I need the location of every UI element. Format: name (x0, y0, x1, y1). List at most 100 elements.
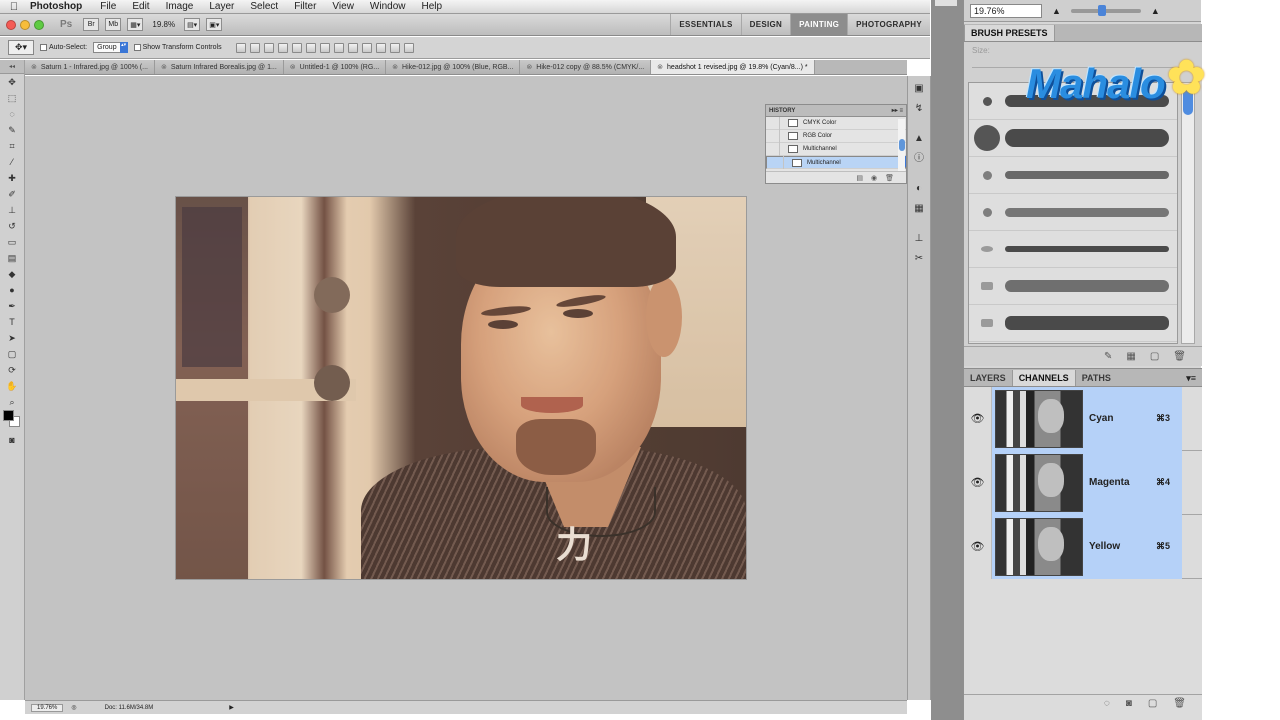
status-zoom-field[interactable]: 19.76% (31, 703, 64, 712)
workspace-photography[interactable]: PHOTOGRAPHY (847, 14, 930, 35)
lasso-tool-icon[interactable]: ◌ (5, 108, 19, 121)
view-extras-button[interactable]: ▦▾ (127, 18, 144, 31)
channel-row-body[interactable]: Magenta ⌘4 (992, 450, 1182, 515)
delete-channel-icon[interactable]: 🗑 (1173, 698, 1186, 709)
history-item[interactable]: Multichannel (766, 142, 906, 156)
eraser-tool-icon[interactable]: ▭ (5, 236, 19, 249)
minimize-window-button[interactable] (20, 19, 30, 30)
close-tab-icon[interactable]: ⊗ (657, 63, 663, 71)
app-menu[interactable]: Photoshop (28, 1, 92, 12)
history-item[interactable]: RGB Color (766, 129, 906, 143)
brush-preset-item[interactable] (969, 268, 1177, 305)
brush-preset-item[interactable] (969, 305, 1177, 342)
shape-tool-icon[interactable]: ▢ (5, 348, 19, 361)
navigator-zoom-slider[interactable] (1070, 4, 1141, 16)
toggle-brush-panel-icon[interactable]: ✎ (1104, 351, 1112, 362)
status-menu-arrow-icon[interactable]: ▶ (229, 704, 234, 711)
arrange-documents-button[interactable]: ▤▾ (184, 18, 201, 31)
delete-brush-icon[interactable]: 🗑 (1173, 351, 1186, 362)
auto-select-target-select[interactable]: Group (93, 42, 129, 53)
screen-mode-button[interactable]: ▣▾ (206, 18, 223, 31)
workspace-design[interactable]: DESIGN (740, 14, 790, 35)
menu-file[interactable]: File (92, 1, 124, 12)
tools-panel-collapse-icon[interactable]: ◂◂ (0, 60, 24, 74)
brush-list-scrollbar[interactable] (1181, 82, 1195, 344)
brush-preset-item[interactable] (969, 120, 1177, 157)
info-icon[interactable]: ⓘ (912, 152, 926, 166)
show-transform-controls-checkbox[interactable]: Show Transform Controls (133, 44, 222, 51)
menu-filter[interactable]: Filter (286, 1, 324, 12)
new-document-from-state-icon[interactable]: ▤ (856, 174, 863, 182)
tab-paths[interactable]: PATHS (1076, 370, 1117, 386)
menu-layer[interactable]: Layer (201, 1, 242, 12)
dodge-tool-icon[interactable]: ● (5, 284, 19, 297)
channel-row[interactable]: 👁 Cyan ⌘3 (964, 386, 1202, 451)
channel-row-body[interactable]: Cyan ⌘3 (992, 386, 1182, 451)
3d-rotate-tool-icon[interactable]: ⟳ (5, 364, 19, 377)
close-tab-icon[interactable]: ⊗ (526, 63, 532, 71)
auto-select-checkbox[interactable]: Auto-Select: (40, 44, 87, 51)
delete-state-icon[interactable]: 🗑 (885, 174, 894, 182)
workspace-painting[interactable]: PAINTING (790, 14, 848, 35)
swatches-icon[interactable]: ▦ (912, 202, 926, 216)
distribute-left-icon[interactable] (361, 42, 372, 53)
menu-help[interactable]: Help (414, 1, 451, 12)
brush-tool-icon[interactable]: ✐ (5, 188, 19, 201)
doc-tab[interactable]: ⊗ Saturn Infrared Borealis.jpg @ 1... (154, 60, 284, 74)
zoom-tool-icon[interactable]: ⌕ (5, 396, 19, 409)
zoom-level-select[interactable]: 19.8% (146, 20, 181, 29)
navigator-zoom-input[interactable]: 19.76% (970, 3, 1042, 18)
visibility-eye-icon[interactable]: 👁 (964, 386, 992, 451)
gradient-tool-icon[interactable]: ▤ (5, 252, 19, 265)
workspace-essentials[interactable]: ESSENTIALS (670, 14, 740, 35)
zoom-in-icon[interactable]: ▲ (1151, 6, 1160, 16)
tab-brush-presets[interactable]: BRUSH PRESETS (964, 25, 1055, 41)
close-tab-icon[interactable]: ⊗ (161, 63, 167, 71)
path-selection-tool-icon[interactable]: ➤ (5, 332, 19, 345)
zoom-out-icon[interactable]: ▲ (1052, 6, 1061, 16)
history-item[interactable]: CMYK Color (766, 116, 906, 130)
quick-selection-tool-icon[interactable]: ✎ (5, 124, 19, 137)
auto-align-layers-icon[interactable] (403, 42, 414, 53)
history-brush-source[interactable] (766, 142, 780, 156)
doc-tab-active[interactable]: ⊗ headshot 1 revised.jpg @ 19.8% (Cyan/8.… (651, 60, 815, 74)
foreground-color-swatch[interactable] (3, 410, 14, 421)
tab-channels[interactable]: CHANNELS (1011, 370, 1076, 386)
visibility-eye-icon[interactable]: 👁 (964, 514, 992, 579)
close-window-button[interactable] (6, 19, 16, 30)
distribute-bottom-icon[interactable] (347, 42, 358, 53)
history-brush-source[interactable] (766, 116, 780, 130)
zoom-slider-thumb[interactable] (1098, 4, 1107, 16)
panel-menu-icon[interactable]: ▾≡ (1186, 370, 1202, 386)
blur-tool-icon[interactable]: ◆ (5, 268, 19, 281)
clone-source-icon[interactable]: ⊥ (912, 232, 926, 246)
histogram-icon[interactable]: ▲ (912, 132, 926, 146)
panel-menu-icon[interactable]: ▸▸ ≡ (892, 107, 906, 114)
align-top-edges-icon[interactable] (235, 42, 246, 53)
doc-tab[interactable]: ⊗ Hike-012 copy @ 88.5% (CMYK/... (520, 60, 652, 74)
menu-image[interactable]: Image (158, 1, 202, 12)
healing-brush-tool-icon[interactable]: ✚ (5, 172, 19, 185)
quick-mask-icon[interactable]: ◙ (5, 434, 19, 447)
channel-row[interactable]: 👁 Yellow ⌘5 (964, 514, 1202, 579)
color-icon[interactable]: ◐ (912, 182, 926, 196)
distribute-horizontal-centers-icon[interactable] (375, 42, 386, 53)
type-tool-icon[interactable]: T (5, 316, 19, 329)
tab-layers[interactable]: LAYERS (964, 370, 1012, 386)
distribute-vertical-centers-icon[interactable] (333, 42, 344, 53)
move-tool-preset-icon[interactable]: ✥▾ (8, 40, 34, 55)
launch-bridge-button[interactable]: Br (83, 18, 100, 31)
channel-row-body[interactable]: Yellow ⌘5 (992, 514, 1182, 579)
align-bottom-edges-icon[interactable] (263, 42, 274, 53)
load-channel-as-selection-icon[interactable]: ◌ (1104, 698, 1110, 709)
channel-row[interactable]: 👁 Magenta ⌘4 (964, 450, 1202, 515)
menu-view[interactable]: View (324, 1, 362, 12)
save-selection-as-channel-icon[interactable]: ◙ (1126, 698, 1132, 709)
launch-mini-bridge-button[interactable]: Mb (105, 18, 122, 31)
close-tab-icon[interactable]: ⊗ (392, 63, 398, 71)
close-tab-icon[interactable]: ⊗ (290, 63, 296, 71)
clone-stamp-tool-icon[interactable]: ⊥ (5, 204, 19, 217)
eyedropper-tool-icon[interactable]: ⁄ (5, 156, 19, 169)
new-channel-icon[interactable]: ▢ (1148, 698, 1157, 709)
history-brush-tool-icon[interactable]: ↺ (5, 220, 19, 233)
